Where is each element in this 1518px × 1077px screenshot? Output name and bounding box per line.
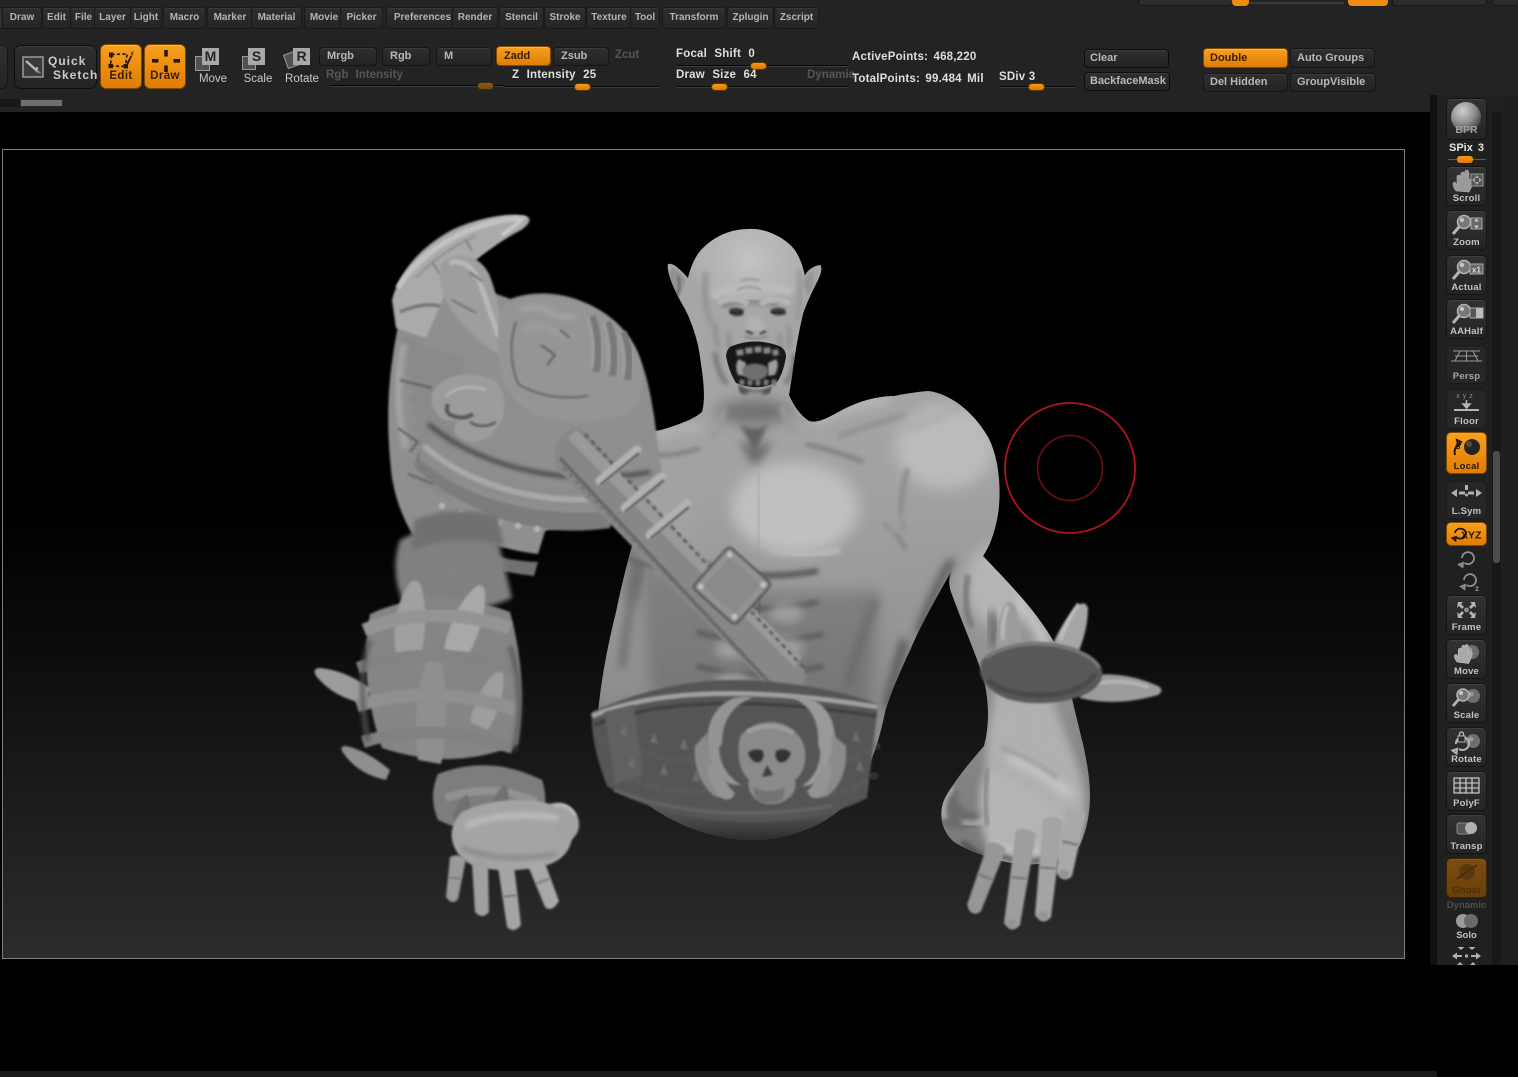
- svg-text:G: G: [1455, 444, 1461, 451]
- svg-text:xyz: xyz: [1456, 393, 1476, 400]
- svg-text:XYZ: XYZ: [1461, 530, 1482, 542]
- svg-text:BPR: BPR: [1455, 124, 1478, 136]
- svg-text:z: z: [1475, 584, 1479, 593]
- svg-text:x1: x1: [1472, 266, 1481, 275]
